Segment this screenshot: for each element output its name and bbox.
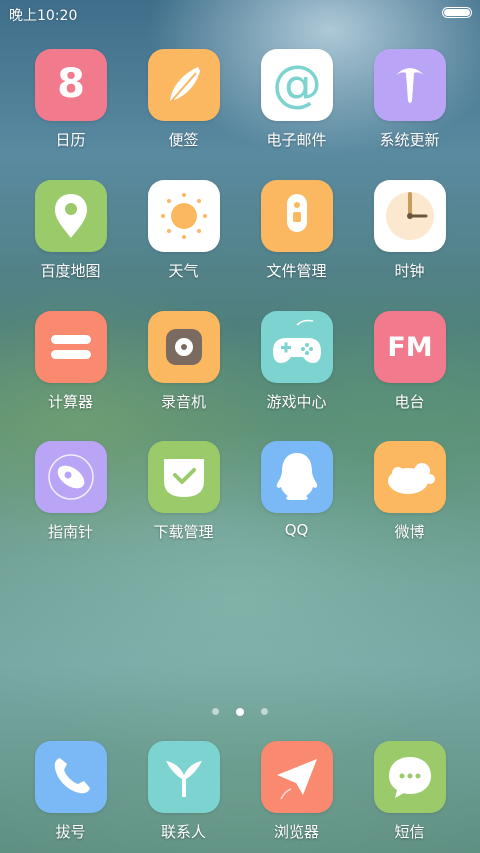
message-bubble-icon: [374, 741, 446, 813]
dock-app-contacts[interactable]: 联系人: [127, 741, 240, 851]
app-label-weibo: 微博: [394, 523, 425, 541]
dock-app-browser[interactable]: 浏览器: [240, 741, 353, 851]
app-recorder[interactable]: 录音机: [127, 311, 240, 421]
app-label-calendar: 日历: [55, 131, 86, 149]
svg-text:FM: FM: [387, 332, 432, 363]
app-email[interactable]: @ 电子邮件: [240, 49, 353, 159]
app-clock[interactable]: 时钟: [353, 180, 466, 290]
app-label-recorder: 录音机: [160, 393, 206, 411]
svg-text:8: 8: [57, 61, 85, 107]
weibo-cloud-icon: [374, 441, 446, 513]
app-calculator[interactable]: 计算器: [14, 311, 127, 421]
app-label-weather: 天气: [168, 262, 199, 280]
app-calendar[interactable]: 8 日历: [14, 49, 127, 159]
at-sign-icon: @: [261, 49, 333, 121]
app-label-radio: 电台: [394, 393, 425, 411]
app-notes[interactable]: 便签: [127, 49, 240, 159]
feather-icon: [148, 49, 220, 121]
page-dot[interactable]: [211, 708, 219, 715]
app-label-baidu-maps: 百度地图: [40, 262, 101, 280]
app-file-manager[interactable]: 文件管理: [240, 180, 353, 290]
app-qq[interactable]: QQ: [240, 441, 353, 551]
contacts-icon: [148, 741, 220, 813]
app-game-center[interactable]: 游戏中心: [240, 311, 353, 421]
app-download-manager[interactable]: 下载管理: [127, 441, 240, 551]
qq-penguin-icon: [261, 441, 333, 513]
app-label-qq: QQ: [284, 521, 309, 539]
app-label-game-center: 游戏中心: [266, 393, 327, 411]
fm-radio-icon: FM: [374, 311, 446, 383]
gamepad-icon: [261, 311, 333, 383]
app-label-system-update: 系统更新: [379, 131, 440, 149]
app-label-clock: 时钟: [394, 262, 425, 280]
page-dot-active[interactable]: [236, 707, 244, 716]
app-label-email: 电子邮件: [266, 131, 327, 149]
app-system-update[interactable]: 系统更新: [353, 49, 466, 159]
page-dot[interactable]: [261, 708, 269, 715]
app-label-download-manager: 下载管理: [153, 523, 214, 541]
paper-plane-icon: [261, 741, 333, 813]
svg-text:@: @: [272, 55, 322, 113]
app-weather[interactable]: 天气: [127, 180, 240, 290]
app-label-calculator: 计算器: [47, 393, 93, 411]
phone-icon: [35, 741, 107, 813]
app-weibo[interactable]: 微博: [353, 441, 466, 551]
update-arrow-icon: [374, 49, 446, 121]
app-label-dialer: 拔号: [55, 823, 86, 841]
app-baidu-maps[interactable]: 百度地图: [14, 180, 127, 290]
download-check-icon: [148, 441, 220, 513]
app-label-contacts: 联系人: [160, 823, 206, 841]
app-label-browser: 浏览器: [273, 823, 319, 841]
app-label-file-manager: 文件管理: [266, 262, 327, 280]
status-time: 晚上10:20: [9, 8, 78, 24]
recorder-icon: [148, 311, 220, 383]
battery-icon: [442, 7, 472, 18]
page-indicator: [0, 701, 480, 716]
dock-app-messages[interactable]: 短信: [353, 741, 466, 851]
status-bar: 晚上10:20: [0, 0, 480, 28]
app-compass[interactable]: 指南针: [14, 441, 127, 551]
calendar-icon: 8: [35, 49, 107, 121]
app-label-messages: 短信: [394, 823, 425, 841]
app-label-compass: 指南针: [47, 523, 93, 541]
compass-icon: [35, 441, 107, 513]
equals-icon: [35, 311, 107, 383]
app-radio[interactable]: FM 电台: [353, 311, 466, 421]
map-pin-icon: [35, 180, 107, 252]
usb-drive-icon: [261, 180, 333, 252]
clock-icon: [374, 180, 446, 252]
sun-icon: [148, 180, 220, 252]
dock-app-dialer[interactable]: 拔号: [14, 741, 127, 851]
app-label-notes: 便签: [168, 131, 199, 149]
battery-level: [444, 9, 470, 16]
